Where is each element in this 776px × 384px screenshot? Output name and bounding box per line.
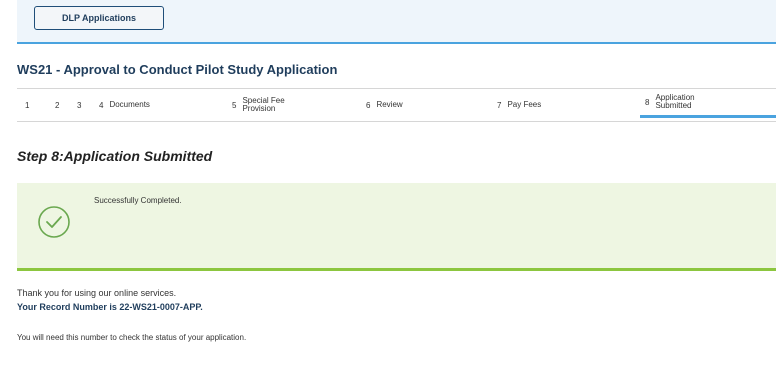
check-circle-icon bbox=[37, 205, 71, 239]
step-pay-fees[interactable]: 7 Pay Fees bbox=[497, 89, 541, 121]
thank-you-text: Thank you for using our online services. bbox=[17, 288, 177, 298]
step-number: 2 bbox=[55, 100, 60, 110]
success-message: Successfully Completed. bbox=[94, 196, 182, 205]
step-number: 1 bbox=[25, 100, 30, 110]
step-number: 3 bbox=[77, 100, 82, 110]
success-panel: Successfully Completed. bbox=[17, 183, 776, 271]
step-special-fee-provision[interactable]: 5 Special Fee Provision bbox=[232, 89, 332, 121]
step-number: 8 bbox=[645, 97, 650, 107]
step-1[interactable]: 1 bbox=[25, 89, 35, 121]
step-label: Application Submitted bbox=[655, 93, 695, 110]
step-heading: Step 8:Application Submitted bbox=[17, 148, 213, 164]
step-progress-bar: 1 2 3 4 Documents 5 Special Fee Provisio… bbox=[17, 88, 776, 122]
step-number: 4 bbox=[99, 100, 104, 110]
step-number: 5 bbox=[232, 100, 237, 110]
application-title: WS21 - Approval to Conduct Pilot Study A… bbox=[17, 62, 338, 77]
status-note-text: You will need this number to check the s… bbox=[17, 333, 247, 342]
step-number: 6 bbox=[366, 100, 371, 110]
step-2[interactable]: 2 bbox=[55, 89, 65, 121]
top-bar: DLP Applications bbox=[17, 0, 776, 44]
step-label: Pay Fees bbox=[507, 100, 542, 109]
step-application-submitted[interactable]: 8 Application Submitted bbox=[640, 89, 776, 118]
step-label: Documents bbox=[109, 100, 150, 109]
step-3[interactable]: 3 bbox=[77, 89, 87, 121]
step-number: 7 bbox=[497, 100, 502, 110]
step-label: Special Fee Provision bbox=[242, 96, 285, 113]
step-documents[interactable]: 4 Documents bbox=[99, 89, 150, 121]
step-label: Review bbox=[376, 100, 403, 109]
record-number-text: Your Record Number is 22-WS21-0007-APP. bbox=[17, 302, 203, 312]
dlp-applications-button[interactable]: DLP Applications bbox=[34, 6, 164, 30]
step-review[interactable]: 6 Review bbox=[366, 89, 403, 121]
